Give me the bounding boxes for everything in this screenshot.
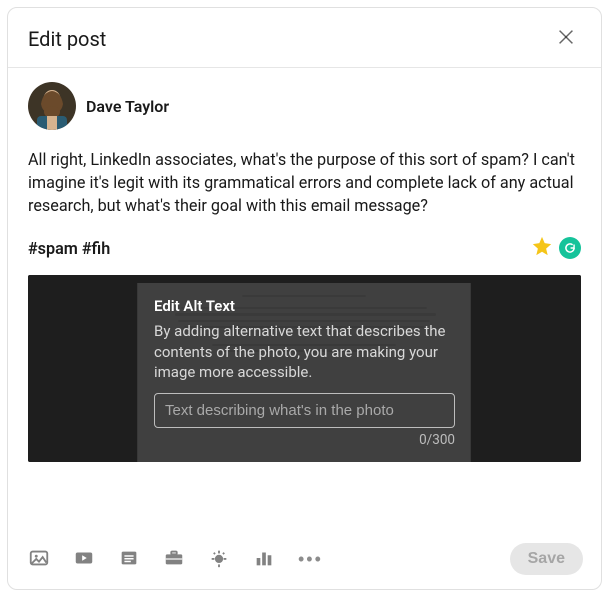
- briefcase-icon: [163, 547, 185, 572]
- add-poll-button[interactable]: [251, 545, 277, 574]
- author-row: Dave Taylor: [28, 82, 581, 130]
- modal-title: Edit post: [28, 27, 106, 51]
- modal-footer: ••• Save: [8, 533, 601, 589]
- more-icon: •••: [298, 550, 323, 568]
- video-icon: [73, 547, 95, 572]
- alt-text-overlay: Edit Alt Text By adding alternative text…: [28, 275, 581, 462]
- close-icon: [555, 36, 577, 51]
- attached-image-area: Edit Alt Text By adding alternative text…: [28, 275, 581, 462]
- alt-text-input[interactable]: [154, 393, 455, 428]
- footer-toolbar: •••: [26, 545, 325, 574]
- edit-post-modal: Edit post Dave Taylor All right, LinkedI…: [7, 7, 602, 590]
- author-name: Dave Taylor: [86, 97, 169, 116]
- add-photo-button[interactable]: [26, 545, 52, 574]
- badges: [531, 235, 581, 261]
- grammarly-icon[interactable]: [559, 237, 581, 259]
- post-body-text[interactable]: All right, LinkedIn associates, what's t…: [28, 148, 581, 217]
- close-button[interactable]: [551, 22, 581, 55]
- document-icon: [118, 547, 140, 572]
- save-button[interactable]: Save: [510, 543, 583, 575]
- photo-icon: [28, 547, 50, 572]
- add-video-button[interactable]: [71, 545, 97, 574]
- hashtags[interactable]: #spam #fih: [28, 239, 110, 258]
- avatar: [28, 82, 76, 130]
- modal-body: Dave Taylor All right, LinkedIn associat…: [8, 68, 601, 533]
- poll-icon: [253, 547, 275, 572]
- modal-header: Edit post: [8, 8, 601, 68]
- alt-text-char-count: 0/300: [154, 432, 455, 448]
- hashtag-row: #spam #fih: [28, 235, 581, 261]
- celebrate-button[interactable]: [206, 545, 232, 574]
- alt-text-title: Edit Alt Text: [154, 297, 455, 315]
- more-button[interactable]: •••: [296, 548, 325, 570]
- celebrate-icon: [208, 547, 230, 572]
- star-icon: [531, 235, 553, 261]
- alt-text-description: By adding alternative text that describe…: [154, 321, 455, 383]
- add-document-button[interactable]: [116, 545, 142, 574]
- add-job-button[interactable]: [161, 545, 187, 574]
